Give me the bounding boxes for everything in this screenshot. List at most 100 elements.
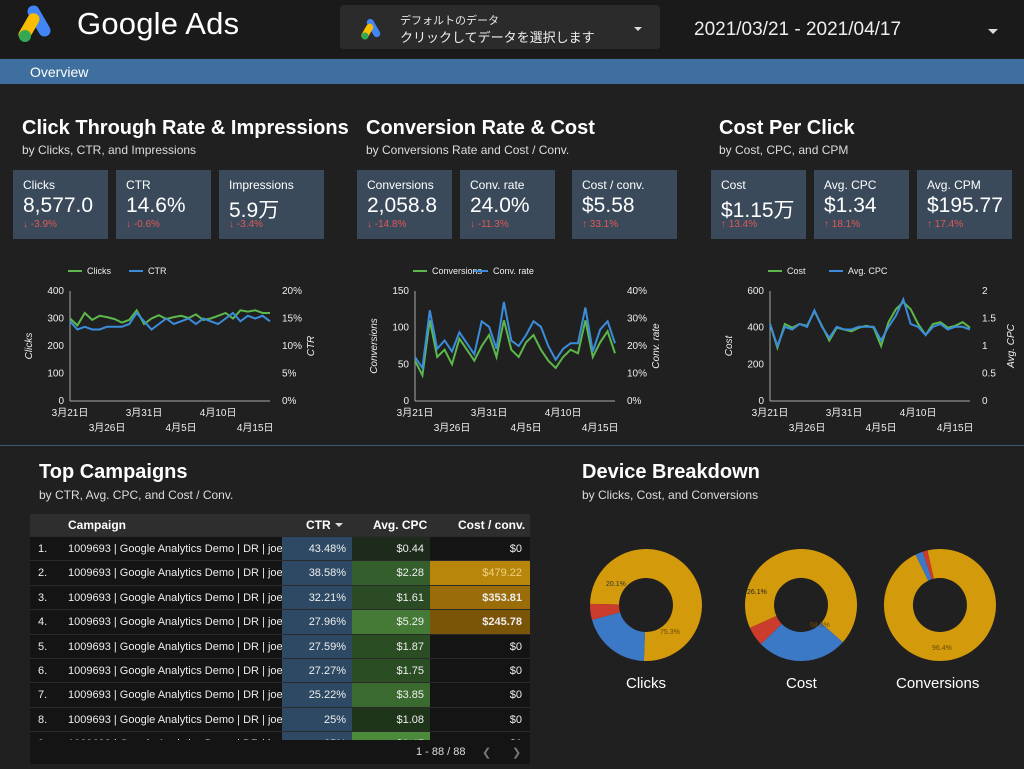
- section-divider: [0, 445, 1024, 446]
- section-title: Click Through Rate & Impressions: [22, 117, 349, 139]
- x-tick-label: 3月31日: [126, 407, 163, 419]
- campaign-name: 1009693 | Google Analytics Demo | DR | j…: [68, 616, 292, 629]
- column-header-ctr[interactable]: CTR: [306, 514, 331, 536]
- y2-axis-label: Avg. CPC: [1006, 323, 1017, 368]
- campaigns-subtitle: by CTR, Avg. CPC, and Cost / Conv.: [39, 488, 234, 502]
- x-tick-label: 4月5日: [866, 422, 897, 434]
- y-tick-label: 200: [747, 359, 764, 370]
- column-header-avg-cpc[interactable]: Avg. CPC: [373, 514, 427, 536]
- device-subtitle: by Clicks, Cost, and Conversions: [582, 488, 759, 502]
- x-tick-label: 4月10日: [545, 407, 582, 419]
- column-header-cost-per-conv[interactable]: Cost / conv.: [458, 514, 525, 536]
- kpi-name: Clicks: [23, 178, 55, 192]
- tab-overview[interactable]: Overview: [30, 64, 88, 80]
- campaigns-title: Top Campaigns: [39, 461, 188, 483]
- y2-tick-label: 5%: [282, 369, 297, 380]
- cost-per-conv-cell: $353.81: [430, 585, 530, 610]
- cost-per-conv-cell: $0: [509, 543, 522, 555]
- kpi-name: Avg. CPC: [824, 178, 877, 192]
- table-row[interactable]: 1. 1009693 | Google Analytics Demo | DR |…: [30, 536, 530, 561]
- row-index: 4.: [38, 616, 48, 629]
- slice-label: 26.1%: [747, 589, 767, 596]
- y-tick-label: 0: [58, 396, 64, 407]
- avg-cpc-cell: $3.85: [352, 683, 430, 708]
- y2-tick-label: 0: [982, 396, 988, 407]
- slice-label: 68.3%: [810, 622, 830, 629]
- line-chart-clicks-ctr: Clicks CTR 400 300 200 100 0 20% 15% 10% 5% 0% Click…: [24, 266, 317, 434]
- table-row[interactable]: 2. 1009693 | Google Analytics Demo | DR |…: [30, 560, 530, 586]
- kpi-value: $1.34: [824, 194, 877, 217]
- kpi-name: Avg. CPM: [927, 178, 981, 192]
- x-tick-label: 3月31日: [826, 407, 863, 419]
- table-row[interactable]: 8. 1009693 | Google Analytics Demo | DR |…: [30, 706, 530, 732]
- chevron-down-icon[interactable]: [988, 29, 998, 34]
- legend-label: Avg. CPC: [848, 266, 888, 276]
- x-tick-label: 3月21日: [52, 407, 89, 419]
- pager-range: 1 - 88 / 88: [416, 746, 466, 758]
- row-index: 3.: [38, 591, 48, 604]
- sort-desc-icon: [335, 523, 343, 527]
- dashboard: Google Ads デフォルトのデータ クリックしてデータを選択します 202…: [0, 0, 1024, 769]
- section-subtitle: by Clicks, CTR, and Impressions: [22, 143, 197, 157]
- device-title: Device Breakdown: [582, 461, 760, 483]
- y-tick-label: 0: [403, 396, 409, 407]
- y-tick-label: 0: [758, 396, 764, 407]
- y-tick-label: 400: [747, 323, 764, 334]
- campaign-name: 1009693 | Google Analytics Demo | DR | j…: [68, 665, 292, 677]
- table-row[interactable]: 4. 1009693 | Google Analytics Demo | DR |…: [30, 609, 530, 635]
- y-axis-label: Conversions: [369, 318, 380, 374]
- table-row[interactable]: 3. 1009693 | Google Analytics Demo | DR |…: [30, 584, 530, 610]
- section-title: Conversion Rate & Cost: [366, 117, 595, 139]
- y-tick-label: 100: [47, 369, 64, 380]
- x-tick-label: 3月21日: [752, 407, 789, 419]
- date-range[interactable]: 2021/03/21 - 2021/04/17: [694, 19, 901, 41]
- y2-tick-label: 1: [982, 341, 988, 352]
- y2-tick-label: 0%: [282, 396, 297, 407]
- chevron-left-icon[interactable]: ❮: [482, 746, 491, 759]
- kpi-delta: ↑ 17.4%: [927, 219, 964, 230]
- y2-axis-label: CTR: [306, 336, 317, 357]
- x-tick-label: 4月10日: [900, 407, 937, 419]
- table-row[interactable]: 6. 1009693 | Google Analytics Demo | DR |…: [30, 658, 530, 683]
- campaign-name: 1009693 | Google Analytics Demo | DR | j…: [68, 713, 292, 726]
- ctr-cell: 25.22%: [282, 683, 352, 708]
- campaign-name: 1009693 | Google Analytics Demo | DR | j…: [68, 567, 292, 580]
- device-donut-charts: 20.1% 75.3% 26.1% 68.3% 96.4%: [589, 548, 996, 662]
- line-chart-cost-cpc: Cost Avg. CPC 600 400 200 0 2 1.5 1 0.5 0 Cost Avg. …: [724, 266, 1017, 434]
- y-axis-label: Cost: [724, 334, 735, 356]
- kpi-value: $195.77: [927, 194, 1003, 217]
- ctr-cell: 32.21%: [282, 585, 352, 610]
- campaigns-table: Campaign CTR Avg. CPC Cost / conv. 1. 100…: [30, 514, 530, 764]
- campaign-name: 1009693 | Google Analytics Demo | DR | j…: [68, 591, 292, 604]
- ctr-cell: 25%: [282, 707, 352, 732]
- y2-tick-label: 0%: [627, 396, 642, 407]
- kpi-name: CTR: [126, 178, 151, 192]
- slice-label: 20.1%: [606, 581, 626, 588]
- data-source-hint: クリックしてデータを選択します: [400, 30, 595, 45]
- y2-tick-label: 15%: [282, 314, 302, 325]
- y2-tick-label: 20%: [282, 286, 302, 297]
- donut-slice: [592, 612, 645, 661]
- ctr-cell: 27.96%: [282, 610, 352, 635]
- column-header-campaign[interactable]: Campaign: [68, 514, 126, 536]
- row-index: 2.: [38, 567, 48, 580]
- kpi-delta: ↓ -11.3%: [470, 219, 509, 230]
- row-index: 8.: [38, 713, 48, 726]
- table-row[interactable]: 7. 1009693 | Google Analytics Demo | DR |…: [30, 682, 530, 708]
- data-source-selector[interactable]: デフォルトのデータ クリックしてデータを選択します: [340, 5, 660, 49]
- y2-axis-label: Conv. rate: [651, 323, 662, 369]
- ctr-cell: 27.59%: [282, 634, 352, 659]
- ctr-cell: 43.48%: [282, 537, 352, 561]
- google-ads-logo-icon: [361, 18, 381, 40]
- table-row[interactable]: 5. 1009693 | Google Analytics Demo | DR |…: [30, 633, 530, 659]
- y-tick-label: 600: [747, 286, 764, 297]
- chevron-right-icon[interactable]: ❯: [512, 746, 521, 759]
- y2-tick-label: 20%: [627, 341, 647, 352]
- x-tick-label: 3月31日: [471, 407, 508, 419]
- row-index: 7.: [38, 689, 48, 702]
- kpi-name: Impressions: [229, 178, 294, 192]
- avg-cpc-cell: $1.87: [352, 634, 430, 659]
- ctr-cell: 38.58%: [282, 561, 352, 586]
- avg-cpc-cell: $1.75: [352, 659, 430, 683]
- x-tick-label: 4月5日: [511, 422, 542, 434]
